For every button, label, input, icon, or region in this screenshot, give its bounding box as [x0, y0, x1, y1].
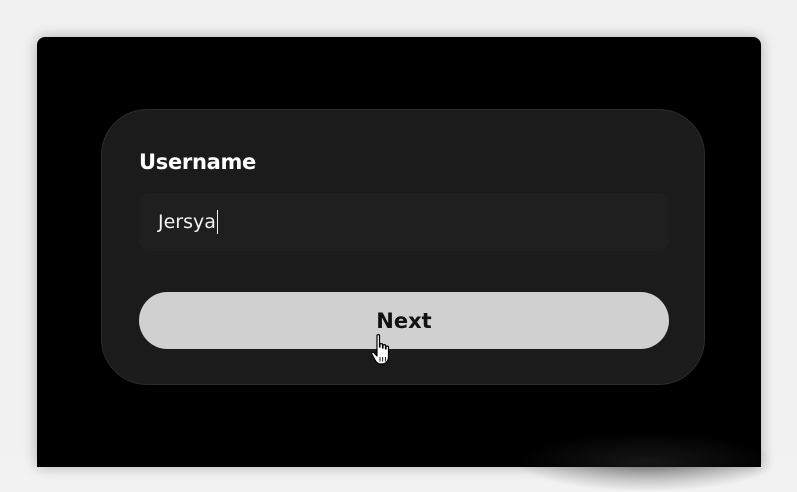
username-label: Username [139, 150, 256, 174]
hand-pointer-icon [371, 334, 390, 365]
login-card: Username Jersya Next [101, 109, 705, 385]
background-glow [517, 432, 777, 492]
next-button[interactable]: Next [139, 292, 669, 349]
username-input-value: Jersya [158, 211, 216, 233]
username-input[interactable]: Jersya [139, 193, 669, 251]
text-caret [216, 210, 218, 234]
app-window: Username Jersya Next [37, 37, 777, 492]
